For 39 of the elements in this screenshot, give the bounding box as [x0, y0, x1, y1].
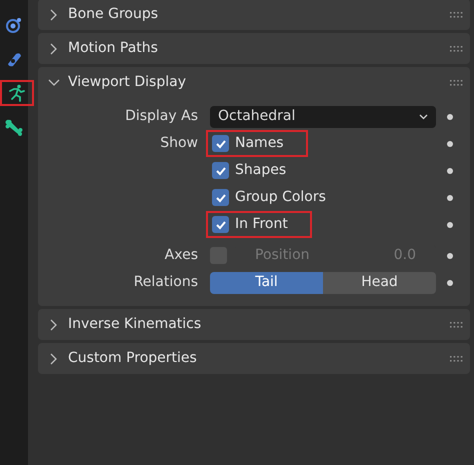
checkbox[interactable]: [212, 216, 229, 233]
panel-header[interactable]: Inverse Kinematics: [38, 309, 470, 340]
panel-header[interactable]: Viewport Display: [38, 67, 470, 98]
sidebar-tab[interactable]: [0, 80, 34, 106]
checkbox[interactable]: [212, 162, 229, 179]
segment-button[interactable]: Tail: [210, 272, 323, 294]
panel-title: Custom Properties: [68, 349, 198, 368]
panel-header[interactable]: Motion Paths: [38, 33, 470, 64]
panel-header[interactable]: Bone Groups: [38, 0, 470, 30]
running-figure-icon: [7, 83, 27, 103]
checkbox-label: Shapes: [235, 161, 286, 180]
checkbox[interactable]: [212, 135, 229, 152]
check-icon: [214, 218, 226, 230]
checkbox-label: Group Colors: [235, 188, 326, 207]
drag-handle-icon[interactable]: [450, 12, 464, 18]
field-label: Relations: [134, 273, 198, 292]
chevron-down-icon: [419, 114, 428, 120]
field-label: Display As: [125, 107, 198, 126]
drag-handle-icon[interactable]: [450, 322, 464, 328]
checkbox[interactable]: [212, 189, 229, 206]
panel-title: Motion Paths: [68, 39, 159, 58]
check-icon: [214, 138, 226, 150]
bone-icon: [5, 118, 23, 136]
checkbox-label: Names: [235, 134, 284, 153]
drag-handle-icon[interactable]: [450, 46, 464, 52]
drag-handle-icon[interactable]: [450, 356, 464, 362]
panel-header[interactable]: Custom Properties: [38, 343, 470, 374]
dropdown[interactable]: Octahedral: [210, 106, 436, 128]
panel-title: Bone Groups: [68, 5, 160, 24]
drag-handle-icon[interactable]: [450, 80, 464, 86]
panel-title: Inverse Kinematics: [68, 315, 202, 334]
segment-button[interactable]: Head: [323, 272, 436, 294]
check-icon: [214, 192, 226, 204]
checkbox-label: In Front: [235, 215, 288, 234]
orbit-icon: [5, 16, 23, 34]
check-icon: [214, 164, 226, 176]
panel-title: Viewport Display: [68, 73, 187, 92]
field-label: Show: [160, 134, 198, 153]
field-label: Axes: [164, 246, 198, 265]
